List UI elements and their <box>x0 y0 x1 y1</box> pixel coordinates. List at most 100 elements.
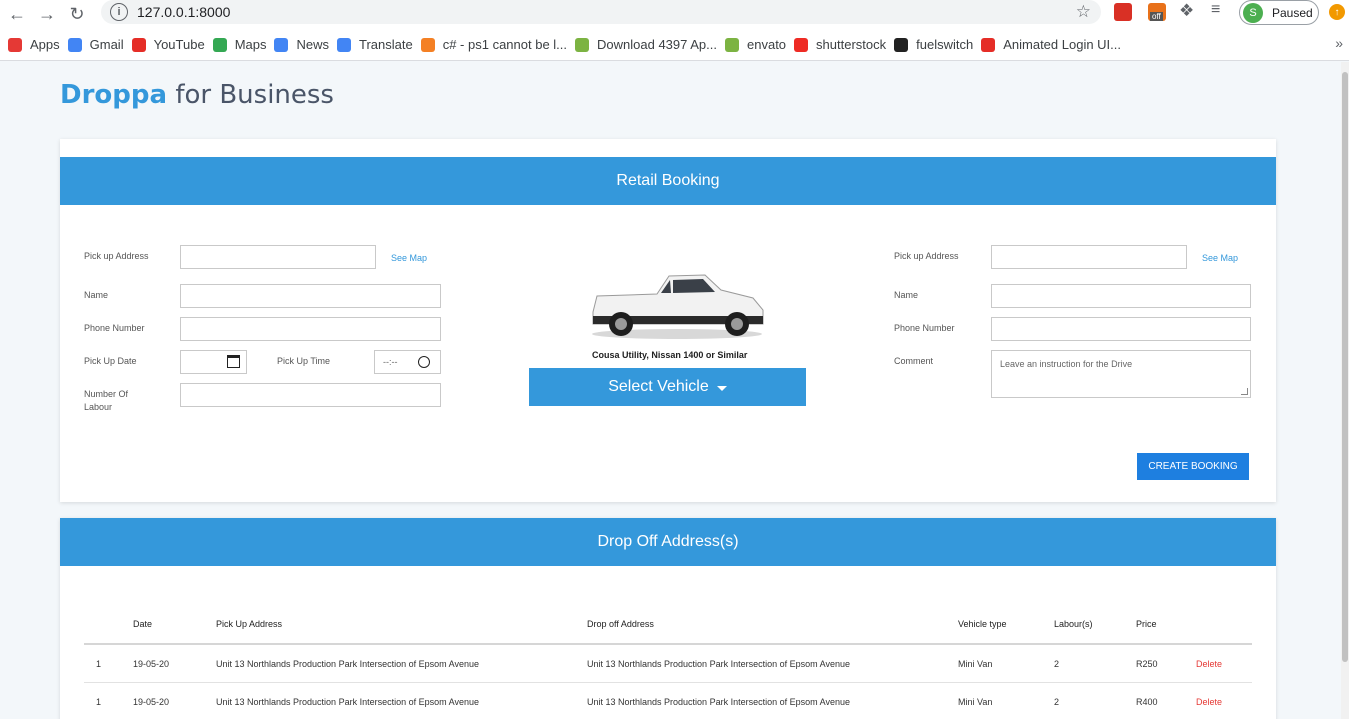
labour-input[interactable] <box>180 383 441 407</box>
profile-button[interactable]: S Paused <box>1239 0 1319 25</box>
brand-suffix: for Business <box>175 80 334 110</box>
column-header-price: Price <box>1136 619 1157 629</box>
extensions-puzzle-icon[interactable]: ❖ <box>1179 1 1194 21</box>
row-date: 19-05-20 <box>133 659 170 669</box>
pickup-time-input[interactable]: --:-- <box>374 350 441 374</box>
update-icon[interactable]: ↑ <box>1329 4 1345 20</box>
table-row: 1 19-05-20 Unit 13 Northlands Production… <box>84 645 1252 683</box>
right-name-label: Name <box>894 290 919 300</box>
profile-status: Paused <box>1272 5 1313 20</box>
row-vehicle: Mini Van <box>958 659 993 669</box>
pickup-date-label: Pick Up Date <box>84 356 137 366</box>
bookmark-favicon-icon <box>894 37 909 52</box>
site-info-icon[interactable]: i <box>110 3 128 21</box>
comment-textarea[interactable]: Leave an instruction for the Drive <box>991 350 1251 398</box>
bookmark-item[interactable]: Translate <box>337 37 413 52</box>
bookmark-favicon-icon <box>212 37 227 52</box>
address-bar[interactable]: i 127.0.0.1:8000 ☆ <box>101 0 1101 24</box>
right-phone-label: Phone Number <box>894 323 955 333</box>
row-number: 1 <box>96 697 102 707</box>
bookmark-star-icon[interactable]: ☆ <box>1076 2 1091 22</box>
bookmark-item[interactable]: Animated Login UI... <box>981 37 1121 52</box>
bookmark-item[interactable]: Gmail <box>67 37 124 52</box>
resize-handle-icon[interactable] <box>1241 388 1248 395</box>
bookmarks-bar: Apps Gmail YouTube Maps News Translate c# - ps… <box>0 29 1349 61</box>
brand-name: Droppa <box>60 80 168 110</box>
extension-off-icon[interactable]: off <box>1148 3 1166 21</box>
labour-label: Number Of Labour <box>84 389 129 412</box>
table-header-row: Date Pick Up Address Drop off Address Ve… <box>84 614 1252 645</box>
calendar-icon[interactable] <box>227 355 240 368</box>
column-header-labour: Labour(s) <box>1054 619 1093 629</box>
table-row: 1 19-05-20 Unit 13 Northlands Production… <box>84 683 1252 719</box>
row-vehicle: Mini Van <box>958 697 993 707</box>
delete-button[interactable]: Delete <box>1196 645 1222 683</box>
name-input[interactable] <box>180 284 441 308</box>
bookmark-item[interactable]: YouTube <box>131 37 205 52</box>
delete-button[interactable]: Delete <box>1196 683 1222 719</box>
pickup-time-placeholder: --:-- <box>383 357 398 367</box>
right-name-input[interactable] <box>991 284 1251 308</box>
phone-label: Phone Number <box>84 323 145 333</box>
bookmark-label: c# - ps1 cannot be l... <box>442 37 568 52</box>
bookmark-favicon-icon <box>8 37 22 52</box>
bookmark-item[interactable]: Maps <box>212 37 267 52</box>
media-queue-icon[interactable]: ≡ <box>1211 1 1220 19</box>
bookmark-label: shutterstock <box>816 37 887 52</box>
column-header-dropoff: Drop off Address <box>587 619 654 629</box>
clock-icon[interactable] <box>418 356 430 368</box>
pickup-address-label: Pick up Address <box>84 251 149 261</box>
bookmark-item[interactable]: shutterstock <box>794 37 886 52</box>
select-vehicle-button[interactable]: Select Vehicle <box>529 368 806 406</box>
bookmark-item[interactable]: News <box>274 37 329 52</box>
bookmark-label: Download 4397 Ap... <box>597 37 717 52</box>
bookmark-favicon-icon <box>337 37 351 52</box>
right-see-map-link[interactable]: See Map <box>1202 253 1238 263</box>
select-vehicle-label: Select Vehicle <box>608 378 709 395</box>
row-price: R400 <box>1136 697 1158 707</box>
bookmark-label: Maps <box>234 37 267 52</box>
right-phone-input[interactable] <box>991 317 1251 341</box>
reload-icon[interactable]: ↻ <box>62 3 92 27</box>
bookmark-label: Apps <box>30 37 60 52</box>
vehicle-image <box>592 274 764 339</box>
pickup-address-input[interactable] <box>180 245 376 269</box>
url-text: 127.0.0.1:8000 <box>137 4 231 20</box>
bookmark-favicon-icon <box>67 37 82 52</box>
retail-booking-header: Retail Booking <box>60 157 1276 205</box>
bookmark-item[interactable]: envato <box>725 37 786 52</box>
bookmark-favicon-icon <box>575 37 590 52</box>
pickup-date-input[interactable] <box>180 350 247 374</box>
bookmark-favicon-icon <box>274 37 289 52</box>
phone-input[interactable] <box>180 317 441 341</box>
bookmark-favicon-icon <box>725 37 739 52</box>
dropoff-table: Date Pick Up Address Drop off Address Ve… <box>84 614 1252 719</box>
create-booking-button[interactable]: CREATE BOOKING <box>1137 453 1249 480</box>
row-pickup: Unit 13 Northlands Production Park Inter… <box>216 697 479 707</box>
bookmark-item[interactable]: Download 4397 Ap... <box>575 37 717 52</box>
more-bookmarks-icon[interactable]: » <box>1335 35 1343 51</box>
dropoff-card: Drop Off Address(s) Date Pick Up Address… <box>60 518 1276 719</box>
row-number: 1 <box>96 659 102 669</box>
retail-booking-card: Retail Booking Pick up Address See Map N… <box>60 139 1276 502</box>
bookmark-label: YouTube <box>153 37 205 52</box>
bookmark-item[interactable]: c# - ps1 cannot be l... <box>420 37 568 52</box>
right-pickup-address-input[interactable] <box>991 245 1187 269</box>
name-label: Name <box>84 290 109 300</box>
bookmark-favicon-icon <box>131 37 146 52</box>
extension-icon[interactable] <box>1114 3 1132 21</box>
back-icon[interactable]: ← <box>2 3 32 27</box>
row-labour: 2 <box>1054 659 1060 669</box>
bookmark-label: fuelswitch <box>916 37 974 52</box>
column-header-date: Date <box>133 619 153 629</box>
bookmark-favicon-icon <box>420 37 435 52</box>
forward-icon[interactable]: → <box>32 3 62 27</box>
see-map-link[interactable]: See Map <box>391 253 427 263</box>
scrollbar-thumb[interactable] <box>1342 72 1348 662</box>
vehicle-caption: Cousa Utility, Nissan 1400 or Similar <box>592 350 748 360</box>
row-price: R250 <box>1136 659 1158 669</box>
bookmark-item[interactable]: fuelswitch <box>894 37 973 52</box>
bookmark-item[interactable]: Apps <box>8 37 60 52</box>
right-pickup-address-label: Pick up Address <box>894 251 959 261</box>
pickup-time-label: Pick Up Time <box>277 356 331 366</box>
